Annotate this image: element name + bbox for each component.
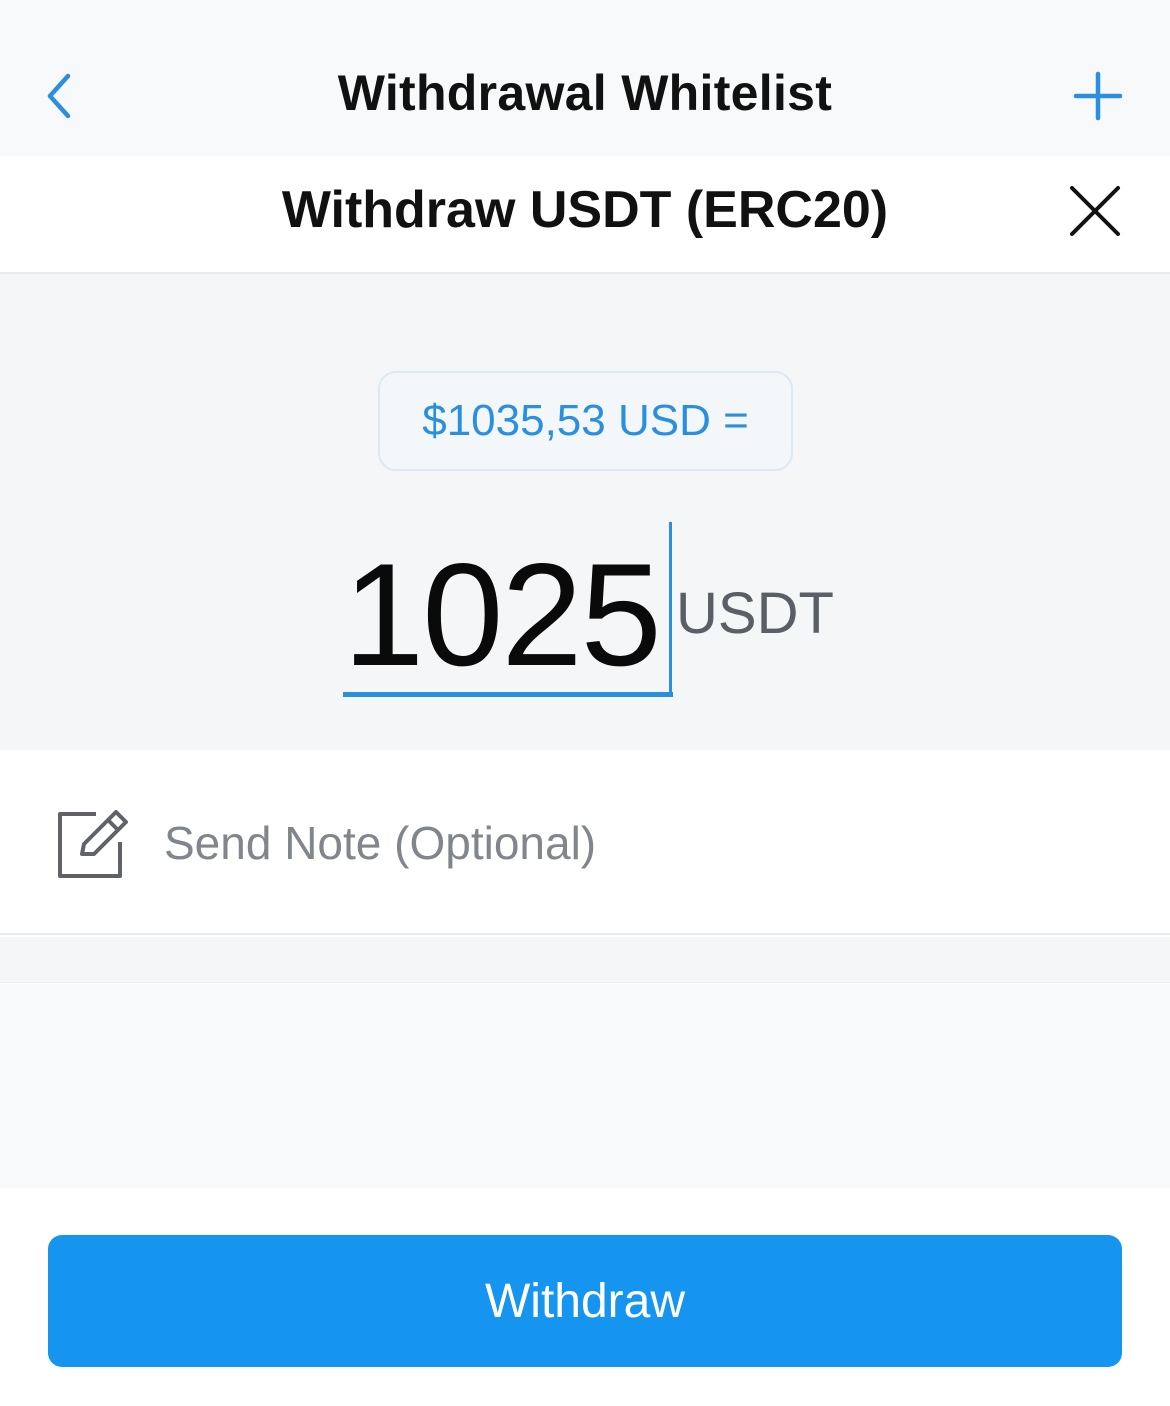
withdraw-sheet: Withdraw USDT (ERC20) $1035,53 USD = 102… xyxy=(0,156,1170,1406)
amount-input[interactable]: 1025 xyxy=(343,522,673,698)
text-caret xyxy=(669,522,672,694)
send-note-placeholder: Send Note (Optional) xyxy=(164,817,597,869)
withdraw-button[interactable]: Withdraw xyxy=(48,1235,1122,1367)
withdraw-screen: Withdrawal Whitelist Withdraw USDT (ERC2… xyxy=(0,0,1170,1406)
amount-value: 1025 xyxy=(343,533,662,696)
amount-underline xyxy=(343,692,673,697)
plus-icon[interactable] xyxy=(1072,70,1124,122)
section-divider xyxy=(0,937,1170,983)
send-note-field[interactable]: Send Note (Optional) xyxy=(0,750,1170,935)
sheet-title: Withdraw USDT (ERC20) xyxy=(281,181,889,239)
nav-bar: Withdrawal Whitelist xyxy=(0,0,1170,160)
amount-section: $1035,53 USD = 1025 USDT xyxy=(0,274,1170,750)
nav-title: Withdrawal Whitelist xyxy=(337,65,833,121)
empty-area xyxy=(0,984,1170,1188)
edit-note-icon xyxy=(56,806,130,880)
close-icon[interactable] xyxy=(1066,182,1124,240)
amount-unit: USDT xyxy=(676,581,834,646)
usd-equivalent-toggle[interactable]: $1035,53 USD = xyxy=(378,371,793,471)
sheet-header: Withdraw USDT (ERC20) xyxy=(0,156,1170,274)
